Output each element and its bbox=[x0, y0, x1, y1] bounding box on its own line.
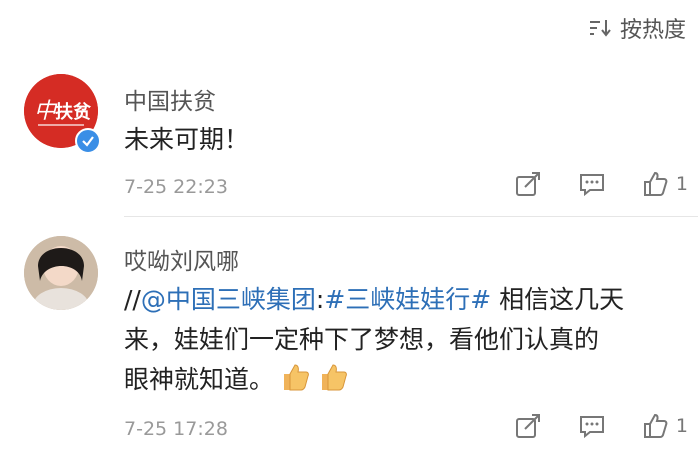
like-button[interactable]: 1 bbox=[642, 412, 688, 440]
comment-icon bbox=[579, 416, 604, 439]
like-icon bbox=[643, 413, 668, 438]
comment-text: 未来可期！ bbox=[124, 125, 250, 154]
svg-text:扶贫: 扶贫 bbox=[55, 101, 92, 123]
comment-item: 哎呦刘风哪 //@中国三峡集团:#三峡娃娃行# 相信这几天 来，娃娃们一定种下了… bbox=[0, 236, 698, 451]
timestamp: 7-25 17:28 bbox=[124, 418, 228, 440]
text-prefix: // bbox=[124, 285, 141, 314]
comment-button[interactable] bbox=[578, 170, 606, 198]
share-button[interactable] bbox=[514, 412, 542, 440]
username[interactable]: 中国扶贫 bbox=[124, 82, 216, 116]
sort-label: 按热度 bbox=[619, 18, 686, 43]
like-count: 1 bbox=[675, 415, 688, 437]
share-icon bbox=[515, 414, 540, 438]
comment-text: //@中国三峡集团:#三峡娃娃行# 相信这几天 来，娃娃们一定种下了梦想，看他们… bbox=[124, 280, 668, 400]
verified-badge-icon bbox=[75, 128, 101, 154]
avatar[interactable] bbox=[24, 236, 98, 310]
thumbs-up-emoji bbox=[284, 364, 309, 391]
text-line2: 来，娃娃们一定种下了梦想，看他们认真的 bbox=[124, 325, 600, 354]
text-line3: 眼神就知道。 bbox=[124, 365, 275, 394]
sort-icon bbox=[589, 20, 611, 37]
comment-button[interactable] bbox=[578, 412, 606, 440]
share-icon bbox=[515, 172, 540, 196]
sort-toggle[interactable]: 按热度 bbox=[588, 14, 686, 43]
divider bbox=[124, 216, 698, 217]
topic-link[interactable]: #三峡娃娃行# bbox=[324, 285, 491, 314]
comment-item: 中 扶贫 中国扶贫 未来可期！ 7-25 22:23 1 bbox=[0, 74, 698, 214]
mention-link[interactable]: @中国三峡集团 bbox=[141, 285, 316, 314]
like-icon bbox=[643, 171, 668, 196]
timestamp: 7-25 22:23 bbox=[124, 176, 228, 198]
username[interactable]: 哎呦刘风哪 bbox=[124, 242, 239, 276]
like-button[interactable]: 1 bbox=[642, 170, 688, 198]
text-line1-rest: 相信这几天 bbox=[491, 285, 625, 314]
comment-icon bbox=[579, 174, 604, 197]
like-count: 1 bbox=[675, 173, 688, 195]
share-button[interactable] bbox=[514, 170, 542, 198]
thumbs-up-emoji bbox=[322, 364, 347, 391]
